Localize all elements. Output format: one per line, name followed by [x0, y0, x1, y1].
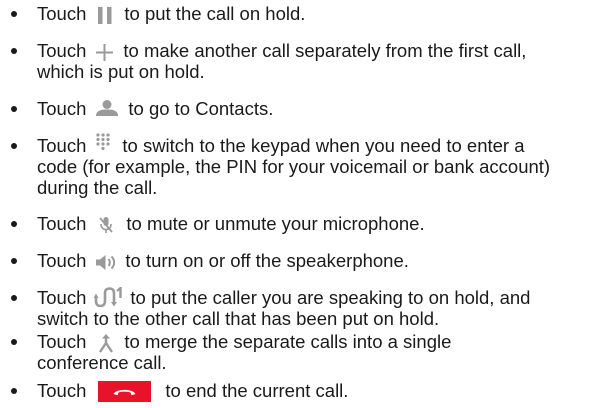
- bullet: [11, 48, 17, 54]
- end-call-icon: [98, 380, 152, 402]
- item-text: to put the caller you are speaking to on…: [130, 287, 531, 308]
- item-text: to mute or unmute your microphone.: [126, 213, 425, 234]
- bullet: [11, 106, 17, 112]
- bullet: [11, 221, 17, 227]
- item-text: to end the current call.: [165, 380, 349, 401]
- mic-off-icon: [98, 216, 114, 234]
- bullet: [11, 143, 17, 149]
- touch-word: Touch: [37, 98, 87, 119]
- touch-word: Touch: [37, 250, 87, 271]
- item-text: to put the call on hold.: [124, 3, 306, 24]
- touch-word: Touch: [37, 380, 87, 401]
- item-text: to turn on or off the speakerphone.: [125, 250, 409, 271]
- bullet: [11, 295, 17, 301]
- dialpad-icon: [96, 133, 110, 151]
- touch-word: Touch: [37, 3, 87, 24]
- item-text: switch to the other call that has been p…: [37, 308, 440, 329]
- bullet: [11, 11, 17, 17]
- item-text: code (for example, the PIN for your voic…: [37, 156, 551, 177]
- touch-word: Touch: [37, 135, 87, 156]
- touch-word: Touch: [37, 40, 87, 61]
- instruction-list: Touch to put the call on hold. Touch to ma…: [0, 0, 589, 408]
- touch-word: Touch: [37, 213, 87, 234]
- plus-icon: [96, 43, 114, 61]
- bullet: [11, 388, 17, 394]
- item-text: conference call.: [37, 352, 167, 373]
- pause-icon: [98, 6, 112, 24]
- contact-person-icon: [96, 100, 119, 117]
- touch-word: Touch: [37, 287, 87, 308]
- item-text: to merge the separate calls into a singl…: [124, 331, 452, 352]
- merge-calls-icon: [98, 333, 114, 353]
- bullet: [11, 258, 17, 264]
- bullet: [11, 339, 17, 345]
- item-text: to make another call separately from the…: [123, 40, 527, 61]
- item-text: to switch to the keypad when you need to…: [122, 135, 525, 156]
- swap-calls-icon: [94, 287, 123, 308]
- touch-word: Touch: [37, 331, 87, 352]
- speaker-icon: [96, 254, 118, 271]
- item-text: which is put on hold.: [37, 61, 205, 82]
- item-text: during the call.: [37, 177, 158, 198]
- item-text: to go to Contacts.: [128, 98, 274, 119]
